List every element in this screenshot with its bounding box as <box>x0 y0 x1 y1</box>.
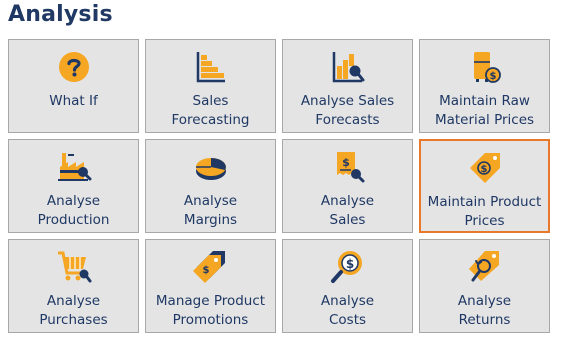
svg-text:$: $ <box>480 164 487 175</box>
stepped-bar-chart-icon <box>193 48 229 86</box>
svg-text:$: $ <box>489 71 496 82</box>
tile-analyse-purchases[interactable]: Analyse Purchases <box>8 239 139 333</box>
tile-analyse-sales-forecasts[interactable]: Analyse Sales Forecasts <box>282 39 413 133</box>
tile-manage-product-promotions[interactable]: $ Manage Product Promotions <box>145 239 276 333</box>
factory-icon <box>56 148 92 186</box>
tile-analyse-production[interactable]: Analyse Production <box>8 139 139 233</box>
cart-magnifier-icon <box>56 248 92 286</box>
question-icon <box>56 48 92 86</box>
return-tag-icon <box>467 248 503 286</box>
tile-analyse-sales[interactable]: $ Analyse Sales <box>282 139 413 233</box>
svg-text:$: $ <box>345 257 353 271</box>
tile-what-if[interactable]: What If <box>8 39 139 133</box>
analysis-tile-grid: What If Sales Forecasting Analyse Sales … <box>8 39 554 335</box>
tile-sales-forecasting[interactable]: Sales Forecasting <box>145 39 276 133</box>
tile-analyse-returns[interactable]: Analyse Returns <box>419 239 550 333</box>
tile-analyse-costs[interactable]: $ Analyse Costs <box>282 239 413 333</box>
tile-label: Analyse Sales Forecasts <box>300 93 395 128</box>
tile-analyse-margins[interactable]: Analyse Margins <box>145 139 276 233</box>
tile-label: Sales Forecasting <box>171 93 250 128</box>
pie-chart-icon <box>193 148 229 186</box>
page-title: Analysis <box>8 2 113 27</box>
receipt-magnifier-icon: $ <box>330 148 366 186</box>
svg-text:$: $ <box>202 265 209 276</box>
tile-label: Analyse Margins <box>183 193 238 228</box>
tile-label: Analyse Returns <box>457 293 512 328</box>
bar-chart-magnifier-icon <box>330 48 366 86</box>
container-dollar-icon: $ <box>467 48 503 86</box>
tile-label: Maintain Product Prices <box>427 194 542 229</box>
dollar-magnifier-icon: $ <box>330 248 366 286</box>
svg-text:$: $ <box>342 156 350 169</box>
tile-label: What If <box>49 93 98 109</box>
tile-maintain-raw-material-prices[interactable]: $ Maintain Raw Material Prices <box>419 39 550 133</box>
price-tag-icon: $ <box>467 149 503 187</box>
tile-label: Manage Product Promotions <box>155 293 266 328</box>
tile-label: Analyse Sales <box>320 193 375 228</box>
tile-label: Analyse Purchases <box>39 293 108 328</box>
tile-label: Analyse Production <box>37 193 110 228</box>
tile-label: Analyse Costs <box>320 293 375 328</box>
tile-maintain-product-prices[interactable]: $ Maintain Product Prices <box>419 139 550 233</box>
tags-icon: $ <box>192 248 229 286</box>
tile-label: Maintain Raw Material Prices <box>434 93 535 128</box>
